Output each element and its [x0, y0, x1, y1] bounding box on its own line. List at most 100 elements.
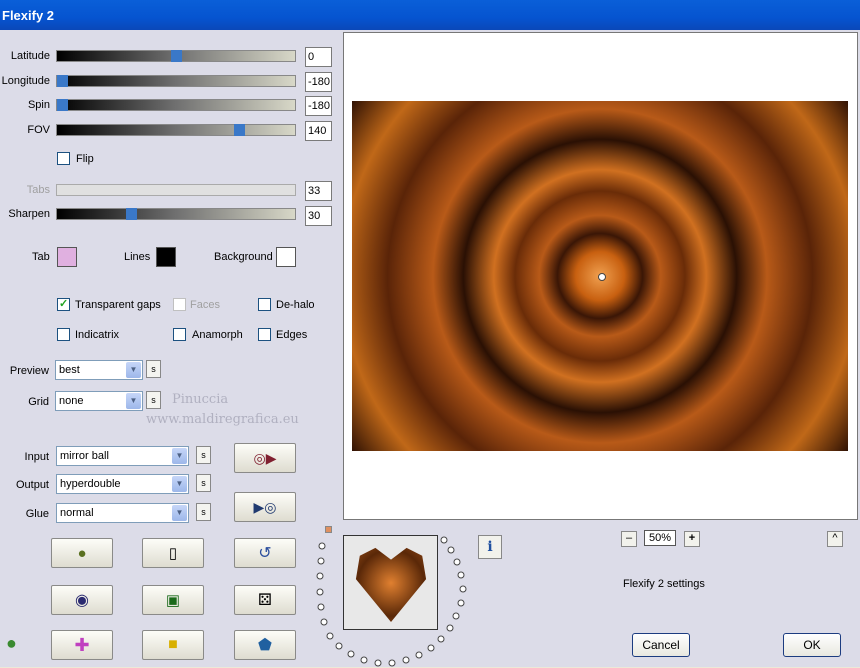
preview-label: Preview	[9, 365, 49, 377]
latitude-slider[interactable]	[56, 50, 296, 62]
tab-color-label: Tab	[32, 251, 50, 263]
save-button[interactable]: ▶◎	[234, 492, 296, 522]
chevron-down-icon[interactable]: ▼	[126, 393, 141, 409]
longitude-thumb[interactable]	[57, 75, 68, 87]
anamorph-checkbox[interactable]	[173, 328, 186, 341]
title-bar: Flexify 2	[0, 0, 860, 30]
cube-icon: ■	[168, 636, 178, 653]
sharpen-slider[interactable]	[56, 208, 296, 220]
spin-thumb[interactable]	[57, 99, 68, 111]
sharpen-thumb[interactable]	[126, 208, 137, 220]
anamorph-label: Anamorph	[192, 329, 243, 341]
window-title: Flexify 2	[2, 8, 55, 23]
flip-checkbox[interactable]	[57, 152, 70, 165]
load-button[interactable]: ◎▶	[234, 443, 296, 473]
fov-label: FOV	[27, 124, 50, 136]
tabs-value[interactable]: 33	[305, 181, 332, 201]
glue-select-value: normal	[60, 507, 94, 519]
square-button[interactable]: ▣	[142, 585, 204, 615]
fov-thumb[interactable]	[234, 124, 245, 136]
glue-s-button[interactable]: s	[196, 503, 211, 521]
zoom-value: 50%	[644, 530, 676, 546]
dehalo-label: De-halo	[276, 299, 315, 311]
output-select[interactable]: hyperdouble ▼	[56, 474, 189, 494]
zoom-in-button[interactable]: +	[684, 531, 700, 547]
fov-value[interactable]: 140	[305, 121, 332, 141]
spin-value[interactable]: -180	[305, 96, 332, 116]
background-color-label: Background	[214, 251, 273, 263]
save-icon: ▶◎	[253, 498, 277, 515]
tabs-slider	[56, 184, 296, 196]
tabs-label: Tabs	[26, 184, 50, 196]
preview-select-value: best	[59, 364, 80, 376]
frog-icon[interactable]: ●	[6, 633, 17, 654]
input-label: Input	[24, 451, 49, 463]
longitude-slider[interactable]	[56, 75, 296, 87]
background-color-swatch[interactable]	[276, 247, 296, 267]
chevron-down-icon[interactable]: ▼	[172, 476, 187, 492]
faces-label: Faces	[190, 299, 220, 311]
output-select-value: hyperdouble	[60, 478, 121, 490]
preview-s-button[interactable]: s	[146, 360, 161, 378]
cancel-button[interactable]: Cancel	[632, 633, 690, 657]
preview-select[interactable]: best ▼	[55, 360, 143, 380]
grid-s-button[interactable]: s	[146, 391, 161, 409]
preview-area[interactable]	[343, 32, 858, 520]
longitude-value[interactable]: -180	[305, 72, 332, 92]
cube-button[interactable]: ■	[142, 630, 204, 660]
indicatrix-label: Indicatrix	[75, 329, 120, 341]
faces-checkbox	[173, 298, 186, 311]
grid-label: Grid	[28, 396, 49, 408]
edges-checkbox[interactable]	[258, 328, 271, 341]
chevron-down-icon[interactable]: ▼	[172, 505, 187, 521]
input-s-button[interactable]: s	[196, 446, 211, 464]
square-icon: ▣	[165, 592, 181, 609]
page-button[interactable]: ▯	[142, 538, 204, 568]
zoom-out-button[interactable]: –	[621, 531, 637, 547]
ring-icon: ◉	[75, 592, 89, 609]
dice-button[interactable]: ⚄	[234, 585, 296, 615]
sharpen-value[interactable]: 30	[305, 206, 332, 226]
spin-label: Spin	[27, 99, 50, 111]
center-handle[interactable]	[598, 273, 606, 281]
edges-label: Edges	[276, 329, 308, 341]
orbit-ring	[316, 536, 467, 667]
glue-select[interactable]: normal ▼	[56, 503, 189, 523]
flip-label: Flip	[76, 153, 94, 165]
output-s-button[interactable]: s	[196, 474, 211, 492]
chevron-down-icon[interactable]: ▼	[126, 362, 141, 378]
up-icon[interactable]: ^	[827, 531, 843, 547]
tab-color-swatch[interactable]	[57, 247, 77, 267]
indicatrix-checkbox[interactable]	[57, 328, 70, 341]
lines-color-swatch[interactable]	[156, 247, 176, 267]
checkmark-icon: ✓	[59, 298, 69, 310]
ok-button[interactable]: OK	[783, 633, 841, 657]
grid-select[interactable]: none ▼	[55, 391, 143, 411]
pentagon-icon: ⬟	[258, 637, 272, 654]
input-select-value: mirror ball	[60, 450, 109, 462]
cross-icon: ✚	[74, 634, 90, 655]
dehalo-checkbox[interactable]	[258, 298, 271, 311]
pentagon-button[interactable]: ⬟	[234, 630, 296, 660]
info-button[interactable]: i	[478, 535, 502, 559]
lines-color-label: Lines	[124, 251, 151, 263]
fov-slider[interactable]	[56, 124, 296, 136]
spin-slider[interactable]	[56, 99, 296, 111]
cross-button[interactable]: ✚	[51, 630, 113, 660]
input-select[interactable]: mirror ball ▼	[56, 446, 189, 466]
latitude-thumb[interactable]	[171, 50, 182, 62]
longitude-label: Longitude	[1, 75, 50, 87]
grid-select-value: none	[59, 395, 84, 407]
globe-button[interactable]: ●	[51, 538, 113, 568]
glue-label: Glue	[25, 508, 49, 520]
latitude-label: Latitude	[10, 50, 50, 62]
sharpen-label: Sharpen	[8, 208, 50, 220]
transparent-gaps-checkbox[interactable]: ✓	[57, 298, 70, 311]
undo-button[interactable]: ↺	[234, 538, 296, 568]
latitude-value[interactable]: 0	[305, 47, 332, 67]
ring-button[interactable]: ◉	[51, 585, 113, 615]
globe-icon: ●	[77, 544, 87, 562]
load-icon: ◎▶	[253, 449, 277, 466]
chevron-down-icon[interactable]: ▼	[172, 448, 187, 464]
dialog-body: Latitude 0 Longitude -180 Spin -180 FOV …	[0, 30, 860, 667]
